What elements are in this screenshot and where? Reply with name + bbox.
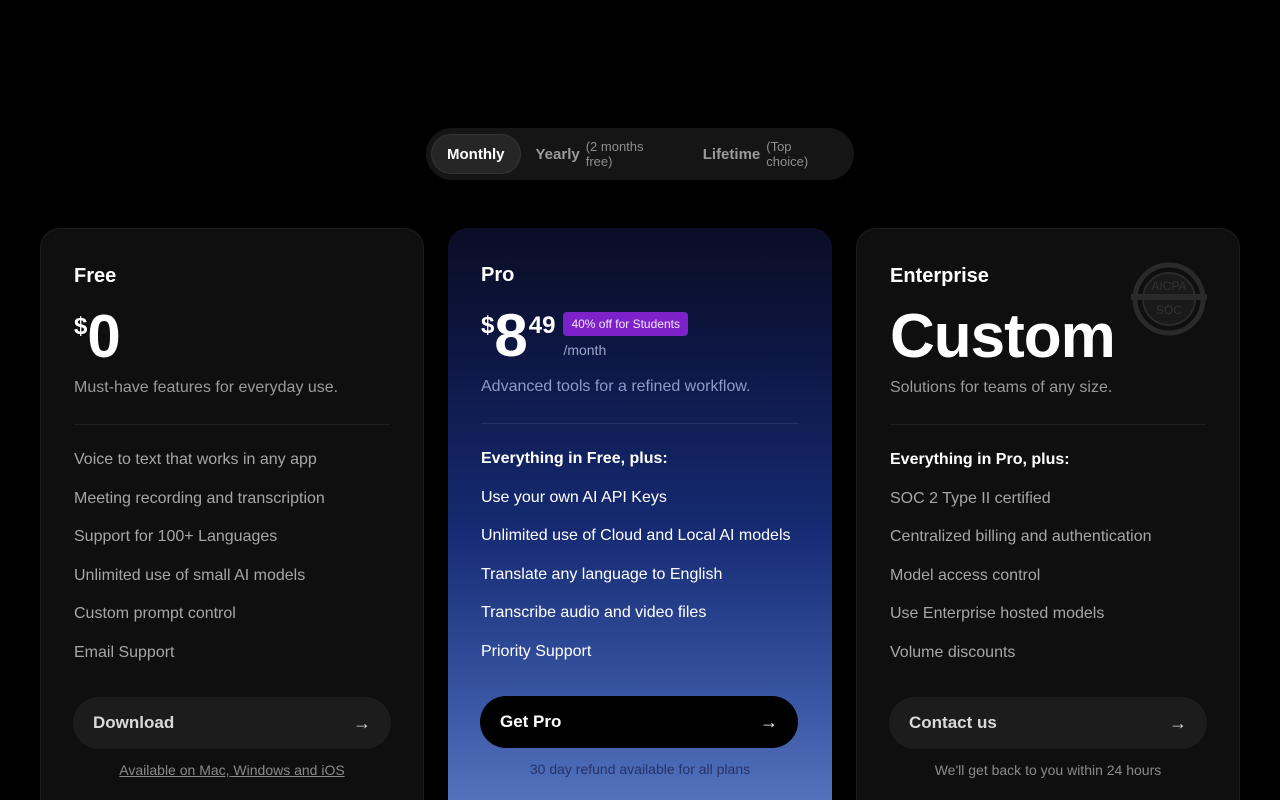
toggle-lifetime[interactable]: Lifetime (Top choice) bbox=[688, 134, 849, 174]
student-discount-badge: 40% off for Students bbox=[563, 312, 688, 336]
arrow-right-icon: → bbox=[760, 711, 778, 732]
feature-item: Transcribe audio and video files bbox=[481, 604, 707, 621]
get-pro-button-label: Get Pro bbox=[500, 712, 562, 731]
aicpa-soc-seal-icon: AICPA SOC bbox=[1131, 262, 1207, 336]
toggle-yearly-label: Yearly bbox=[535, 145, 580, 163]
feature-list: Everything in Free, plus: Use your own A… bbox=[481, 448, 791, 679]
plan-name: Enterprise bbox=[890, 265, 989, 287]
feature-item: Unlimited use of Cloud and Local AI mode… bbox=[481, 527, 791, 544]
plan-tagline: Advanced tools for a refined workflow. bbox=[481, 378, 751, 395]
price-period: /month bbox=[563, 342, 607, 358]
plan-name: Free bbox=[74, 265, 117, 287]
feature-item: Model access control bbox=[890, 566, 1041, 584]
seal-text-top: AICPA bbox=[1151, 279, 1186, 293]
toggle-yearly-sublabel: (2 months free) bbox=[585, 139, 644, 169]
toggle-lifetime-sublabel: (Top choice) bbox=[766, 139, 809, 169]
arrow-right-icon: → bbox=[1169, 712, 1187, 733]
feature-item: Use Enterprise hosted models bbox=[890, 605, 1105, 622]
price-currency: $ bbox=[481, 312, 495, 339]
price-amount: 8 bbox=[494, 302, 527, 369]
contact-us-button[interactable]: Contact us → bbox=[889, 697, 1207, 749]
feature-lead: Everything in Free, plus: bbox=[481, 450, 668, 467]
arrow-right-icon: → bbox=[353, 712, 371, 733]
price-cents: 49 bbox=[528, 312, 556, 339]
feature-item: Use your own AI API Keys bbox=[481, 488, 667, 506]
plan-tagline: Must-have features for everyday use. bbox=[74, 379, 339, 396]
price: Custom bbox=[890, 302, 1116, 371]
divider bbox=[481, 423, 799, 424]
price-currency: $ bbox=[74, 313, 88, 340]
platforms-link[interactable]: Available on Mac, Windows and iOS bbox=[41, 762, 423, 778]
feature-item: Unlimited use of small AI models bbox=[74, 566, 306, 584]
toggle-monthly-label: Monthly bbox=[447, 145, 505, 163]
feature-item: Meeting recording and transcription bbox=[74, 489, 325, 507]
refund-note: 30 day refund available for all plans bbox=[529, 761, 751, 777]
feature-list: Voice to text that works in any app Meet… bbox=[74, 449, 325, 680]
plan-tagline: Solutions for teams of any size. bbox=[890, 379, 1113, 396]
plan-name: Pro bbox=[481, 264, 515, 286]
divider bbox=[74, 424, 390, 425]
feature-item: Priority Support bbox=[481, 642, 592, 660]
toggle-yearly[interactable]: Yearly (2 months free) bbox=[521, 134, 686, 174]
toggle-monthly[interactable]: Monthly bbox=[431, 134, 521, 174]
feature-item: Translate any language to English bbox=[481, 565, 723, 583]
plan-card-enterprise: Enterprise AICPA SOC Custom Solutions fo… bbox=[856, 228, 1240, 800]
plan-card-free: Free $ 0 Must-have features for everyday… bbox=[40, 228, 424, 800]
toggle-lifetime-label: Lifetime bbox=[702, 145, 761, 163]
feature-list: Everything in Pro, plus: SOC 2 Type II c… bbox=[890, 449, 1152, 680]
download-button-label: Download bbox=[93, 713, 175, 732]
feature-item: SOC 2 Type II certified bbox=[890, 489, 1051, 507]
response-time-note: We'll get back to you within 24 hours bbox=[934, 762, 1162, 778]
contact-us-button-label: Contact us bbox=[909, 713, 997, 732]
seal-text-bottom: SOC bbox=[1156, 303, 1182, 317]
price: $ 8 49 40% off for Students /month bbox=[481, 306, 688, 366]
price-extra: 40% off for Students /month bbox=[563, 312, 688, 358]
get-pro-button[interactable]: Get Pro → bbox=[480, 696, 798, 748]
plan-card-pro: Pro $ 8 49 40% off for Students /month A… bbox=[448, 228, 832, 800]
feature-item: Voice to text that works in any app bbox=[74, 451, 317, 468]
divider bbox=[890, 424, 1206, 425]
price-amount: 0 bbox=[87, 303, 120, 370]
price: $ 0 bbox=[74, 303, 121, 370]
price-custom: Custom bbox=[890, 302, 1116, 371]
feature-item: Centralized billing and authentication bbox=[890, 528, 1152, 545]
billing-period-toggle: Monthly Yearly (2 months free) Lifetime … bbox=[426, 128, 854, 180]
feature-item: Custom prompt control bbox=[74, 605, 236, 622]
feature-item: Support for 100+ Languages bbox=[74, 528, 278, 545]
feature-item: Volume discounts bbox=[890, 643, 1016, 661]
feature-lead: Everything in Pro, plus: bbox=[890, 451, 1070, 468]
feature-item: Email Support bbox=[74, 643, 175, 661]
download-button[interactable]: Download → bbox=[73, 697, 391, 749]
